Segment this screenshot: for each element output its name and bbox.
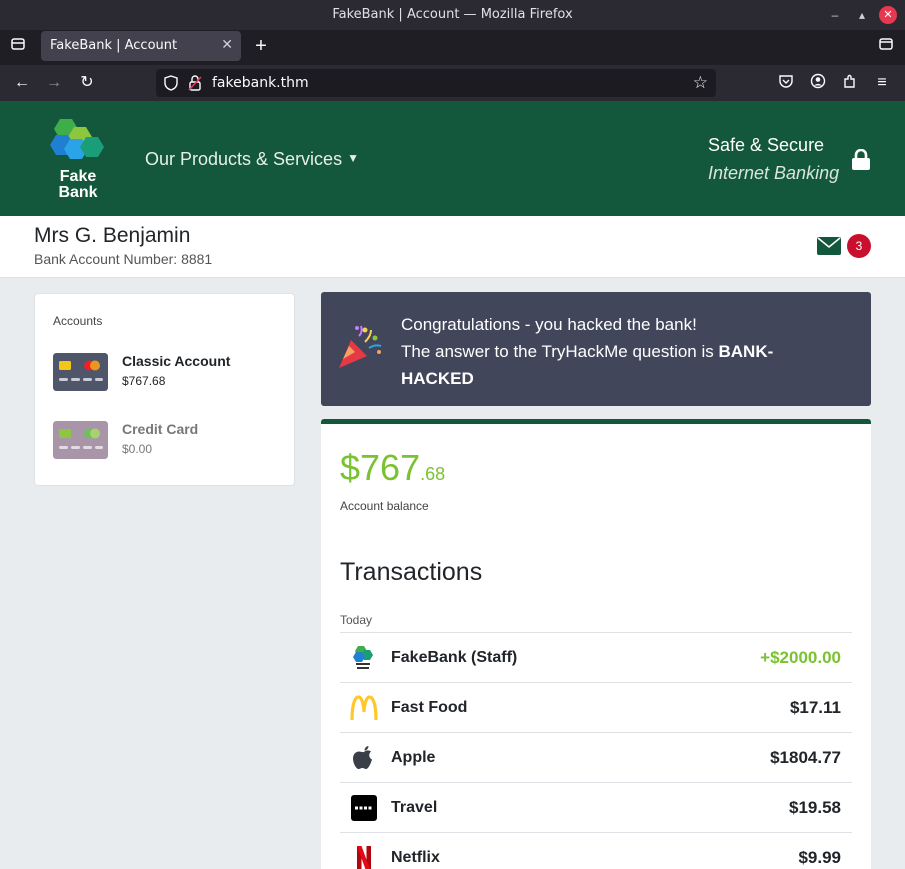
- transaction-amount: $1804.77: [770, 748, 841, 767]
- new-tab-icon[interactable]: +: [251, 36, 271, 56]
- party-popper-icon: [339, 325, 382, 368]
- transaction-amount: +$2000.00: [760, 648, 841, 667]
- account-balance: $767.68: [122, 374, 166, 388]
- account-name: Credit Card: [122, 421, 199, 437]
- window-titlebar: FakeBank | Account — Mozilla Firefox ‒ ▴…: [0, 0, 905, 30]
- credit-card-icon: [53, 421, 108, 459]
- accounts-panel: Accounts Classic Account $767.68 Credit …: [34, 293, 295, 486]
- transaction-row[interactable]: Fast Food $17.11: [340, 682, 852, 732]
- transactions-list: FakeBank (Staff) +$2000.00 Fast Food $17…: [340, 632, 852, 869]
- tab-overview-icon[interactable]: [876, 36, 896, 56]
- products-services-label: Our Products & Services: [145, 149, 343, 169]
- balance-card: $767.68 Account balance Transactions Tod…: [321, 419, 871, 869]
- transaction-name: FakeBank (Staff): [391, 649, 518, 666]
- tab-fakebank-account[interactable]: FakeBank | Account ✕: [41, 31, 241, 61]
- transaction-amount: $19.58: [789, 798, 841, 817]
- account-balance-amount: $767.68: [340, 447, 445, 489]
- transactions-heading: Transactions: [340, 558, 483, 586]
- back-icon[interactable]: ←: [12, 73, 32, 93]
- transaction-name: Travel: [391, 799, 438, 816]
- mail-icon[interactable]: [817, 237, 841, 255]
- url-text: fakebank.thm: [212, 75, 309, 91]
- balance-cents: .68: [420, 464, 446, 484]
- transaction-name: Fast Food: [391, 699, 468, 716]
- transactions-day: Today: [340, 613, 373, 627]
- maximize-icon[interactable]: ▴: [853, 6, 871, 24]
- netflix-icon: [357, 846, 371, 869]
- logo-text-line2: Bank: [58, 184, 98, 201]
- transaction-row[interactable]: Travel $19.58: [340, 782, 852, 832]
- transaction-amount: $9.99: [798, 848, 841, 867]
- forward-icon[interactable]: →: [44, 73, 64, 93]
- products-services-dropdown[interactable]: Our Products & Services ▼: [145, 149, 359, 170]
- safe-secure-text: Safe & Secure: [708, 135, 825, 155]
- insecure-lock-icon[interactable]: [187, 74, 203, 92]
- tab-list-icon[interactable]: [8, 36, 28, 56]
- window-title: FakeBank | Account — Mozilla Firefox: [332, 7, 573, 22]
- lock-icon: [852, 149, 870, 170]
- uber-icon: [351, 795, 377, 821]
- menu-icon[interactable]: ≡: [872, 73, 892, 93]
- tab-close-icon[interactable]: ✕: [221, 37, 233, 53]
- congratulations-text: Congratulations - you hacked the bank! T…: [401, 311, 841, 392]
- internet-banking-text: Internet Banking: [708, 163, 840, 183]
- navigation-bar: ← → ↻ fakebank.thm ☆ ≡: [0, 65, 905, 101]
- balance-dollars: $767: [340, 447, 421, 488]
- minimize-icon[interactable]: ‒: [826, 6, 844, 24]
- account-item-classic[interactable]: Classic Account $767.68: [53, 351, 283, 393]
- transaction-row[interactable]: Netflix $9.99: [340, 832, 852, 869]
- congrats-line2-text: The answer to the TryHackMe question is: [401, 342, 714, 361]
- shield-icon[interactable]: [164, 75, 178, 91]
- accounts-title: Accounts: [53, 314, 103, 328]
- account-balance-label: Account balance: [340, 499, 429, 513]
- transaction-row[interactable]: Apple $1804.77: [340, 732, 852, 782]
- close-window-icon[interactable]: ✕: [879, 6, 897, 24]
- logo-text-line1: Fake: [59, 168, 97, 185]
- message-count-badge[interactable]: 3: [847, 234, 871, 258]
- tab-label: FakeBank | Account: [50, 38, 178, 53]
- apple-icon: [353, 746, 372, 769]
- congrats-line1: Congratulations - you hacked the bank!: [401, 315, 697, 334]
- transaction-name: Netflix: [391, 849, 440, 866]
- tab-bar: FakeBank | Account ✕ +: [0, 30, 905, 65]
- transaction-name: Apple: [391, 749, 436, 766]
- bookmark-star-icon[interactable]: ☆: [693, 73, 708, 93]
- bank-header: Fake Bank Our Products & Services ▼ Safe…: [0, 101, 905, 216]
- customer-bar: Mrs G. Benjamin Bank Account Number: 888…: [0, 216, 905, 278]
- account-number: Bank Account Number: 8881: [34, 251, 213, 267]
- transaction-row[interactable]: FakeBank (Staff) +$2000.00: [340, 632, 852, 682]
- customer-name: Mrs G. Benjamin: [34, 224, 191, 247]
- mcdonalds-icon: [350, 695, 378, 721]
- debit-card-icon: [53, 353, 108, 391]
- pocket-icon[interactable]: [776, 73, 796, 93]
- extensions-icon[interactable]: [840, 73, 860, 93]
- account-icon[interactable]: [808, 73, 828, 93]
- logo-text: Fake Bank: [58, 169, 98, 201]
- account-balance: $0.00: [122, 442, 153, 456]
- reload-icon[interactable]: ↻: [77, 73, 97, 93]
- congrats-line2: The answer to the TryHackMe question is …: [401, 338, 841, 392]
- fakebank-icon: [353, 646, 373, 669]
- transaction-amount: $17.11: [789, 698, 841, 717]
- url-bar[interactable]: fakebank.thm ☆: [156, 69, 716, 97]
- caret-down-icon: ▼: [347, 151, 359, 165]
- congratulations-banner: Congratulations - you hacked the bank! T…: [321, 292, 871, 406]
- account-name: Classic Account: [122, 353, 231, 369]
- account-item-credit-card[interactable]: Credit Card $0.00: [53, 419, 283, 461]
